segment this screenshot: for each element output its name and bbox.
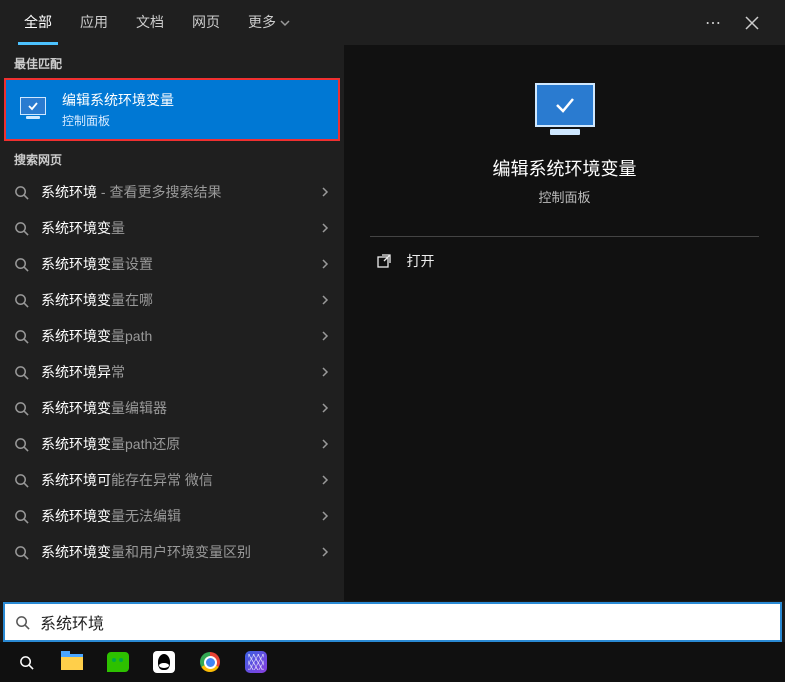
search-icon	[14, 473, 29, 488]
search-web-header: 搜索网页	[0, 141, 344, 174]
search-icon	[14, 545, 29, 560]
tab-web[interactable]: 网页	[178, 0, 234, 45]
web-result-label: 系统环境 - 查看更多搜索结果	[41, 182, 308, 202]
best-match-title: 编辑系统环境变量	[62, 90, 174, 110]
search-icon	[14, 329, 29, 344]
wechat-icon	[107, 652, 129, 672]
web-result-label: 系统环境变量编辑器	[41, 398, 308, 418]
search-icon	[14, 185, 29, 200]
web-result-item[interactable]: 系统环境变量和用户环境变量区别	[0, 534, 344, 570]
search-icon	[19, 655, 34, 670]
action-open[interactable]: 打开	[370, 237, 758, 285]
best-match-item[interactable]: 编辑系统环境变量 控制面板	[4, 78, 340, 141]
tab-all[interactable]: 全部	[10, 0, 66, 45]
search-tabs-bar: 全部 应用 文档 网页 更多 ⋯	[0, 0, 785, 45]
best-match-header: 最佳匹配	[0, 45, 344, 78]
chevron-down-icon	[280, 18, 290, 28]
web-result-item[interactable]: 系统环境 - 查看更多搜索结果	[0, 174, 344, 210]
web-result-item[interactable]: 系统环境变量path还原	[0, 426, 344, 462]
chevron-right-icon	[320, 403, 330, 413]
tab-more-label: 更多	[248, 0, 276, 45]
search-bar[interactable]	[3, 602, 782, 642]
web-result-item[interactable]: 系统环境变量path	[0, 318, 344, 354]
web-result-item[interactable]: 系统环境变量在哪	[0, 282, 344, 318]
search-icon	[14, 221, 29, 236]
chevron-right-icon	[320, 223, 330, 233]
preview-large-icon	[535, 83, 595, 127]
preview-title: 编辑系统环境变量	[493, 155, 637, 181]
chevron-right-icon	[320, 259, 330, 269]
search-icon	[14, 365, 29, 380]
taskbar-app[interactable]	[236, 643, 276, 681]
more-options-icon[interactable]: ⋯	[705, 13, 723, 33]
web-result-item[interactable]: 系统环境异常	[0, 354, 344, 390]
preview-panel: 编辑系统环境变量 控制面板 打开	[344, 45, 785, 601]
app-icon	[245, 651, 267, 673]
web-result-item[interactable]: 系统环境变量设置	[0, 246, 344, 282]
taskbar-search-button[interactable]	[6, 643, 46, 681]
taskbar-qq[interactable]	[144, 643, 184, 681]
action-open-label: 打开	[406, 251, 434, 271]
open-icon	[376, 253, 392, 269]
best-match-subtitle: 控制面板	[62, 112, 174, 129]
chevron-right-icon	[320, 475, 330, 485]
web-result-label: 系统环境变量	[41, 218, 308, 238]
web-result-item[interactable]: 系统环境可能存在异常 微信	[0, 462, 344, 498]
search-icon	[15, 615, 30, 630]
web-result-label: 系统环境变量和用户环境变量区别	[41, 542, 308, 562]
chevron-right-icon	[320, 295, 330, 305]
web-result-label: 系统环境变量在哪	[41, 290, 308, 310]
taskbar-chrome[interactable]	[190, 643, 230, 681]
tab-more[interactable]: 更多	[234, 0, 304, 45]
chevron-right-icon	[320, 439, 330, 449]
tab-docs[interactable]: 文档	[122, 0, 178, 45]
web-result-label: 系统环境可能存在异常 微信	[41, 470, 308, 490]
search-icon	[14, 293, 29, 308]
chevron-right-icon	[320, 187, 330, 197]
web-result-label: 系统环境变量path还原	[41, 434, 308, 454]
search-input[interactable]	[40, 613, 770, 631]
chevron-right-icon	[320, 511, 330, 521]
chrome-icon	[200, 652, 220, 672]
web-result-label: 系统环境变量无法编辑	[41, 506, 308, 526]
chevron-right-icon	[320, 367, 330, 377]
file-explorer-icon	[61, 654, 83, 670]
close-button[interactable]	[739, 10, 765, 36]
qq-icon	[153, 651, 175, 673]
search-icon	[14, 437, 29, 452]
web-result-label: 系统环境变量path	[41, 326, 308, 346]
tab-apps[interactable]: 应用	[66, 0, 122, 45]
chevron-right-icon	[320, 547, 330, 557]
taskbar-wechat[interactable]	[98, 643, 138, 681]
web-result-item[interactable]: 系统环境变量无法编辑	[0, 498, 344, 534]
search-icon	[14, 401, 29, 416]
control-panel-icon	[20, 97, 50, 123]
preview-subtitle: 控制面板	[538, 187, 590, 206]
search-icon	[14, 257, 29, 272]
taskbar	[0, 642, 785, 682]
web-result-item[interactable]: 系统环境变量	[0, 210, 344, 246]
taskbar-explorer[interactable]	[52, 643, 92, 681]
results-panel: 最佳匹配 编辑系统环境变量 控制面板 搜索网页 系统环境 - 查看更多搜索结果系…	[0, 45, 344, 601]
web-result-label: 系统环境异常	[41, 362, 308, 382]
search-icon	[14, 509, 29, 524]
web-result-item[interactable]: 系统环境变量编辑器	[0, 390, 344, 426]
web-result-label: 系统环境变量设置	[41, 254, 308, 274]
chevron-right-icon	[320, 331, 330, 341]
